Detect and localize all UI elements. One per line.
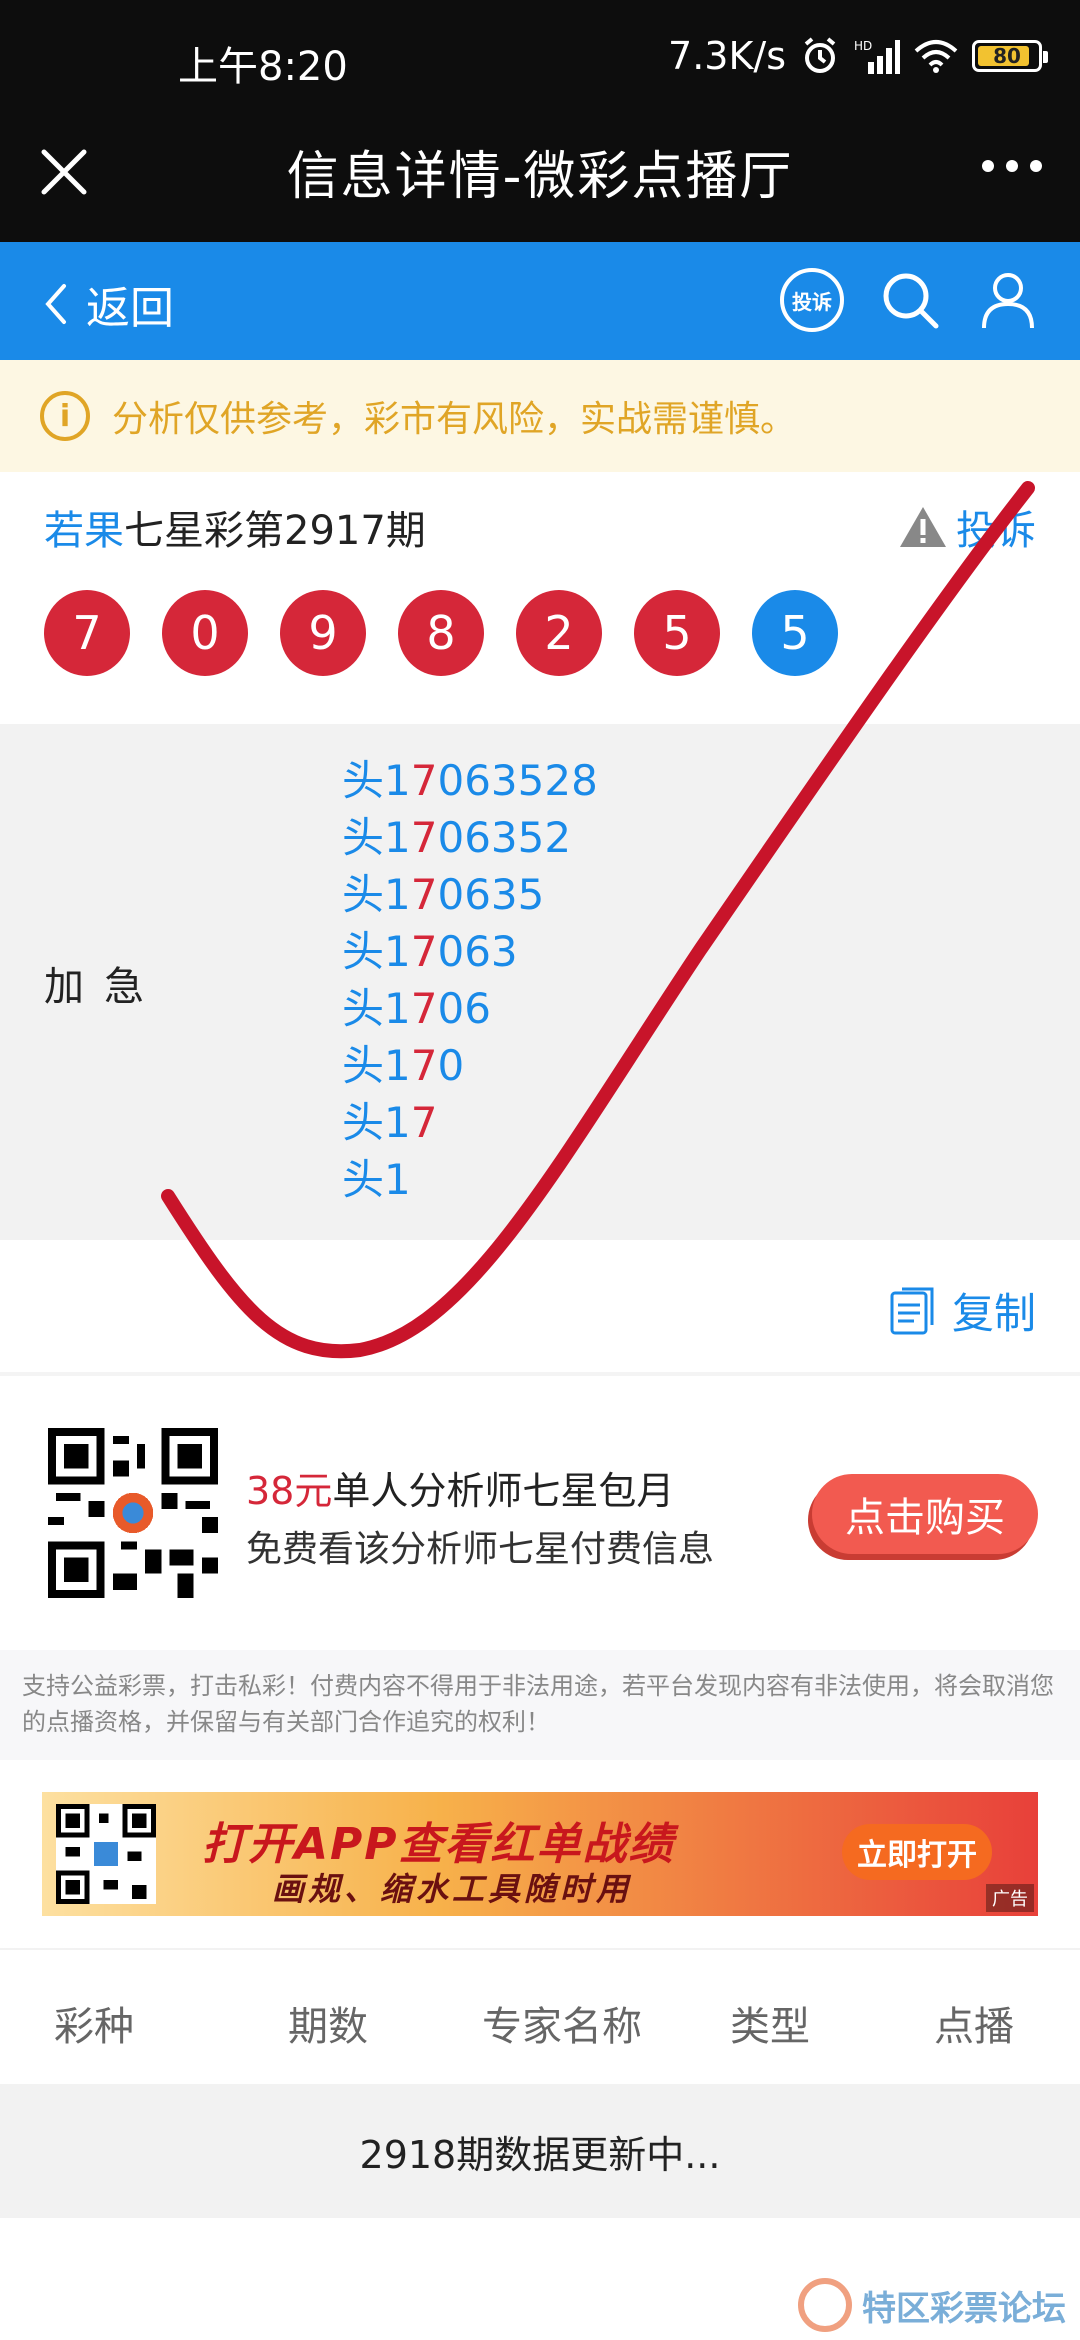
forum-watermark: 特区彩票论坛 xyxy=(798,2278,1066,2332)
buy-button[interactable]: 点击购买 xyxy=(812,1474,1038,1554)
banner-subline: 画规、缩水工具随时用 xyxy=(272,1870,633,1908)
qr-code-image xyxy=(48,1428,218,1598)
watermark-text: 特区彩票论坛 xyxy=(862,2288,1066,2329)
info-icon: i xyxy=(40,391,90,441)
notice-text: 分析仅供参考，彩市有风险，实战需谨慎。 xyxy=(112,399,797,440)
red-ball: 5 xyxy=(634,590,720,676)
risk-notice: i 分析仅供参考，彩市有风险，实战需谨慎。 xyxy=(0,360,1080,472)
prediction-lines: 头17063528 头1706352 头170635 头17063 头1706 … xyxy=(342,752,598,1208)
forum-logo-icon xyxy=(798,2278,852,2332)
red-ball: 9 xyxy=(280,590,366,676)
complain-label: 投诉 xyxy=(792,289,832,314)
analysis-content: 加急 头17063528 头1706352 头170635 头17063 头17… xyxy=(0,724,1080,1240)
network-speed: 7.3K/s xyxy=(668,34,786,78)
red-ball: 2 xyxy=(516,590,602,676)
signal-icon: HD xyxy=(854,39,900,74)
divider xyxy=(0,1372,1080,1376)
content-label: 加急 xyxy=(44,964,164,1010)
table-header: 彩种 期数 专家名称 类型 点播 xyxy=(0,1948,1080,2084)
svg-text:HD: HD xyxy=(854,39,872,53)
report-button[interactable]: 投诉 xyxy=(898,498,1036,556)
promo-title: 38元单人分析师七星包月 xyxy=(246,1469,675,1513)
report-label: 投诉 xyxy=(956,508,1036,554)
title-bar: 信息详情-微彩点播厅 xyxy=(0,120,1080,242)
complain-button[interactable]: 投诉 xyxy=(780,268,844,332)
column-header: 专家名称 xyxy=(482,2004,642,2050)
author-name[interactable]: 若果 xyxy=(44,508,124,554)
document-icon xyxy=(890,1287,934,1334)
prediction-line: 头1706 xyxy=(342,984,491,1033)
issue-heading: 若果七星彩第2917期 xyxy=(44,498,426,556)
prediction-line: 头17063 xyxy=(342,927,518,976)
copy-label: 复制 xyxy=(951,1289,1036,1338)
more-menu-icon[interactable] xyxy=(982,160,1042,172)
prediction-line: 头17 xyxy=(342,1098,438,1147)
page-title: 信息详情-微彩点播厅 xyxy=(286,147,794,207)
chevron-left-icon xyxy=(45,284,66,324)
red-ball: 0 xyxy=(162,590,248,676)
red-ball: 7 xyxy=(44,590,130,676)
back-label: 返回 xyxy=(86,283,174,334)
promo-subtitle: 免费看该分析师七星付费信息 xyxy=(246,1529,715,1570)
prediction-line: 头170 xyxy=(342,1041,465,1090)
promo-price: 38元 xyxy=(246,1469,333,1513)
user-icon[interactable] xyxy=(976,268,1040,332)
disclaimer-text: 支持公益彩票，打击私彩！付费内容不得用于非法用途，若平台发现内容有非法使用，将会… xyxy=(0,1650,1080,1760)
prediction-line: 头1 xyxy=(342,1155,411,1204)
status-bar: 上午8:20 7.3K/s HD 80 xyxy=(0,0,1080,120)
app-ad-banner[interactable]: 打开APP查看红单战绩 画规、缩水工具随时用 立即打开 广告 xyxy=(42,1792,1038,1916)
qr-code-image xyxy=(56,1804,156,1904)
column-header: 点播 xyxy=(934,2004,1014,2050)
status-icons: 7.3K/s HD 80 xyxy=(668,34,1048,78)
open-app-button[interactable]: 立即打开 xyxy=(842,1824,992,1880)
alarm-icon xyxy=(804,37,836,73)
red-ball: 8 xyxy=(398,590,484,676)
column-header: 彩种 xyxy=(54,2004,134,2050)
wifi-icon xyxy=(914,40,958,73)
status-time: 上午8:20 xyxy=(178,44,348,90)
copy-button[interactable]: 复制 xyxy=(888,1280,1036,1341)
battery-icon: 80 xyxy=(972,40,1048,72)
banner-headline: 打开APP查看红单战绩 xyxy=(202,1819,675,1870)
back-button[interactable]: 返回 xyxy=(44,272,174,336)
table-status: 2918期数据更新中... xyxy=(0,2084,1080,2218)
subscription-promo: 38元单人分析师七星包月 免费看该分析师七星付费信息 点击购买 xyxy=(0,1380,1080,1650)
nav-bar: 返回 投诉 xyxy=(0,242,1080,360)
prediction-line: 头1706352 xyxy=(342,813,572,862)
prediction-line: 头170635 xyxy=(342,870,545,919)
battery-level: 80 xyxy=(993,44,1021,68)
nav-icons: 投诉 xyxy=(780,268,1040,332)
prediction-line: 头17063528 xyxy=(342,756,598,805)
warning-icon xyxy=(900,507,946,547)
blue-ball: 5 xyxy=(752,590,838,676)
result-balls: 7 0 9 8 2 5 5 xyxy=(44,590,838,676)
ad-tag: 广告 xyxy=(986,1884,1034,1912)
column-header: 期数 xyxy=(288,2004,368,2050)
column-header: 类型 xyxy=(730,2004,810,2050)
search-icon[interactable] xyxy=(878,268,942,332)
issue-text: 七星彩第2917期 xyxy=(124,508,426,554)
